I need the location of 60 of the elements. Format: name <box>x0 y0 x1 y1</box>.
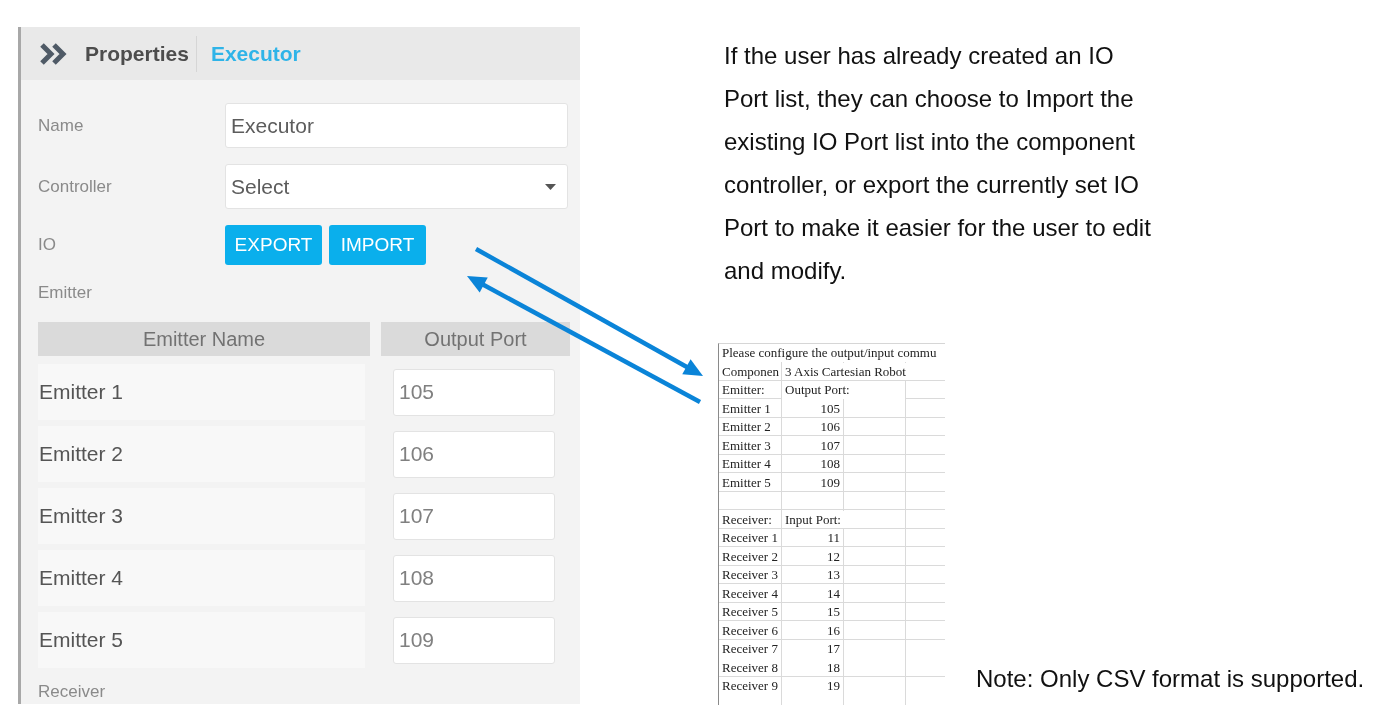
sheet-cell-text: Receiver 6 <box>721 621 779 639</box>
component-name: Executor <box>210 41 301 66</box>
sheet-cell-text: Receiver: <box>721 510 773 528</box>
sheet-cell: Please configure the output/input commu <box>719 344 945 362</box>
table-cell: Emitter 5 <box>38 612 365 668</box>
sheet-cell-text: 13 <box>826 566 841 584</box>
sheet-cell-text: Emitter 4 <box>721 455 772 473</box>
column-header: Emitter Name <box>38 322 370 356</box>
port-input[interactable]: 106 <box>393 430 555 478</box>
sheet-cell-text: 108 <box>819 455 841 473</box>
section-label: Receiver <box>38 682 107 702</box>
sheet-cell-text: Emitter: <box>721 381 766 399</box>
sheet-cell-text: Receiver 4 <box>721 584 779 602</box>
sheet-cell-text: Receiver 5 <box>721 603 779 621</box>
sheet-cell-text: Emitter 3 <box>721 436 772 454</box>
port-input[interactable]: 108 <box>393 554 555 602</box>
sheet-cell-text: 12 <box>826 547 841 565</box>
table-cell: Emitter 1 <box>38 364 365 420</box>
sheet-cell-text: 18 <box>826 658 841 676</box>
port-input[interactable]: 105 <box>393 368 555 416</box>
controller-select[interactable]: Select <box>225 164 568 209</box>
panel-title: Properties <box>85 41 189 66</box>
sheet-cell-text: Receiver 2 <box>721 547 779 565</box>
sheet-cell-text: 109 <box>819 473 841 491</box>
sheet-cell-text: 15 <box>826 603 841 621</box>
description-text: If the user has already created an IO Port list, they can choose to Import the existing IO Port list into the component controller, or export the currently set IO Port to make it easier for the user to edit and modify. <box>724 41 1152 286</box>
sheet-cell-text: Receiver 7 <box>721 640 779 658</box>
sheet-cell-text: 105 <box>819 399 841 417</box>
sheet-cell-text: Componen <box>721 362 781 380</box>
sheet-cell-text: Receiver 3 <box>721 566 779 584</box>
io-button[interactable]: IMPORT <box>329 225 426 265</box>
sheet-cell-text: 14 <box>826 584 841 602</box>
sheet-cell-text: Receiver 8 <box>721 658 779 676</box>
sheet-cell: Output Port: <box>782 381 905 399</box>
port-input[interactable]: 107 <box>393 492 555 540</box>
double-chevron-icon[interactable] <box>40 42 68 65</box>
sheet-cell-text: 16 <box>826 621 841 639</box>
column-header: Output Port <box>381 322 570 356</box>
sheet-cell-text: Receiver 1 <box>721 529 779 547</box>
table-cell: Emitter 4 <box>38 550 365 606</box>
caret-icon <box>545 183 556 190</box>
sheet-cell-text: Receiver 9 <box>721 677 779 695</box>
field-label: IO <box>38 235 57 255</box>
port-input[interactable]: 109 <box>393 616 555 664</box>
sheet-cell-text: 107 <box>819 436 841 454</box>
field-label: Controller <box>38 176 113 197</box>
sheet-cell-text: Emitter 5 <box>721 473 772 491</box>
io-button[interactable]: EXPORT <box>225 225 322 265</box>
table-cell: Emitter 3 <box>38 488 365 544</box>
sheet-cell-text: Emitter 2 <box>721 418 772 436</box>
note-text: Note: Only CSV format is supported. <box>976 666 1365 692</box>
field-label: Name <box>38 115 85 136</box>
name-input[interactable]: Executor <box>225 103 568 148</box>
table-cell: Emitter 2 <box>38 426 365 482</box>
sheet-cell-text: Emitter 1 <box>721 399 772 417</box>
sheet-cell-text: 19 <box>826 677 841 695</box>
sheet-cell-text: 106 <box>819 418 841 436</box>
section-label: Emitter <box>38 283 93 303</box>
sheet-cell-text: 11 <box>826 529 841 547</box>
sheet-cell-text: 17 <box>826 640 841 658</box>
